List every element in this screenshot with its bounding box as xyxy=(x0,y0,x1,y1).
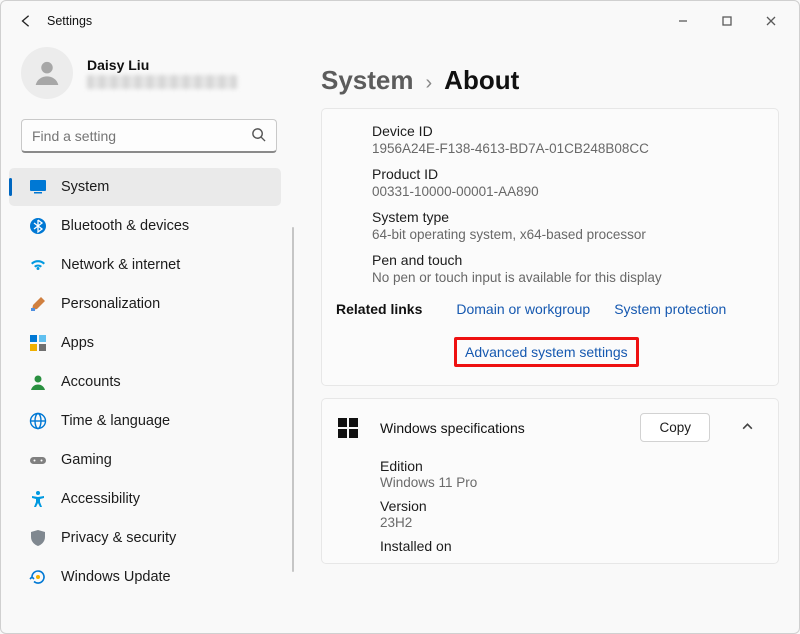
search-box[interactable] xyxy=(21,119,277,153)
edition-value: Windows 11 Pro xyxy=(380,475,758,490)
nav-list: System Bluetooth & devices Network & int… xyxy=(1,163,297,596)
accessibility-icon xyxy=(29,490,47,508)
sidebar: Daisy Liu System Bluetooth & devices xyxy=(1,41,301,633)
installed-on-label: Installed on xyxy=(380,538,758,554)
sidebar-item-windows-update[interactable]: Windows Update xyxy=(9,558,281,596)
sidebar-item-label: Accounts xyxy=(61,374,121,390)
sidebar-item-label: Windows Update xyxy=(61,569,171,585)
chevron-up-icon[interactable] xyxy=(732,420,762,436)
back-button[interactable] xyxy=(7,2,45,40)
system-type-label: System type xyxy=(372,209,760,225)
search-input[interactable] xyxy=(32,128,251,144)
device-specs-card: Device ID 1956A24E-F138-4613-BD7A-01CB24… xyxy=(321,108,779,386)
sidebar-item-accounts[interactable]: Accounts xyxy=(9,363,281,401)
sidebar-item-gaming[interactable]: Gaming xyxy=(9,441,281,479)
shield-icon xyxy=(29,529,47,547)
maximize-button[interactable] xyxy=(705,6,749,36)
profile-block[interactable]: Daisy Liu xyxy=(1,41,297,101)
pen-touch-value: No pen or touch input is available for t… xyxy=(372,270,760,285)
sidebar-item-label: Accessibility xyxy=(61,491,140,507)
window-title: Settings xyxy=(47,14,92,28)
sidebar-item-time-language[interactable]: Time & language xyxy=(9,402,281,440)
main-content: System › About Device ID 1956A24E-F138-4… xyxy=(301,41,799,633)
link-system-protection[interactable]: System protection xyxy=(614,301,726,317)
sidebar-item-bluetooth[interactable]: Bluetooth & devices xyxy=(9,207,281,245)
version-label: Version xyxy=(380,498,758,514)
sidebar-item-network[interactable]: Network & internet xyxy=(9,246,281,284)
related-links-title: Related links xyxy=(336,301,422,317)
update-icon xyxy=(29,568,47,586)
page-title: About xyxy=(444,65,519,96)
sidebar-item-personalization[interactable]: Personalization xyxy=(9,285,281,323)
sidebar-item-accessibility[interactable]: Accessibility xyxy=(9,480,281,518)
wifi-icon xyxy=(29,256,47,274)
windows-specs-title: Windows specifications xyxy=(380,420,618,436)
product-id-value: 00331-10000-00001-AA890 xyxy=(372,184,760,199)
sidebar-scrollbar[interactable] xyxy=(292,227,294,572)
device-id-label: Device ID xyxy=(372,123,760,139)
profile-name: Daisy Liu xyxy=(87,57,237,73)
sidebar-item-label: Personalization xyxy=(61,296,160,312)
minimize-button[interactable] xyxy=(661,6,705,36)
product-id-label: Product ID xyxy=(372,166,760,182)
system-icon xyxy=(29,178,47,196)
brush-icon xyxy=(29,295,47,313)
close-button[interactable] xyxy=(749,6,793,36)
breadcrumb-parent[interactable]: System xyxy=(321,65,414,96)
profile-info: Daisy Liu xyxy=(87,57,237,89)
sidebar-item-label: Gaming xyxy=(61,452,112,468)
link-advanced-system-settings[interactable]: Advanced system settings xyxy=(465,344,628,360)
windows-specs-card: Windows specifications Copy Edition Wind… xyxy=(321,398,779,564)
windows-icon xyxy=(338,418,358,438)
breadcrumb: System › About xyxy=(321,41,779,108)
account-icon xyxy=(29,373,47,391)
title-bar: Settings xyxy=(1,1,799,41)
sidebar-item-privacy-security[interactable]: Privacy & security xyxy=(9,519,281,557)
sidebar-item-label: Apps xyxy=(61,335,94,351)
copy-button[interactable]: Copy xyxy=(640,413,710,442)
chevron-right-icon: › xyxy=(426,72,433,95)
bluetooth-icon xyxy=(29,217,47,235)
apps-icon xyxy=(29,334,47,352)
sidebar-item-label: Bluetooth & devices xyxy=(61,218,189,234)
sidebar-item-label: Time & language xyxy=(61,413,170,429)
related-links: Related links Domain or workgroup System… xyxy=(336,301,760,367)
profile-email-redacted xyxy=(87,75,237,89)
annotation-highlight: Advanced system settings xyxy=(454,337,639,367)
sidebar-item-label: Privacy & security xyxy=(61,530,176,546)
edition-label: Edition xyxy=(380,458,758,474)
pen-touch-label: Pen and touch xyxy=(372,252,760,268)
globe-icon xyxy=(29,412,47,430)
link-domain-workgroup[interactable]: Domain or workgroup xyxy=(456,301,590,317)
gamepad-icon xyxy=(29,451,47,469)
device-id-value: 1956A24E-F138-4613-BD7A-01CB248B08CC xyxy=(372,141,760,156)
sidebar-item-apps[interactable]: Apps xyxy=(9,324,281,362)
sidebar-item-system[interactable]: System xyxy=(9,168,281,206)
system-type-value: 64-bit operating system, x64-based proce… xyxy=(372,227,760,242)
avatar xyxy=(21,47,73,99)
sidebar-item-label: System xyxy=(61,179,109,195)
version-value: 23H2 xyxy=(380,515,758,530)
window-controls xyxy=(661,6,793,36)
sidebar-item-label: Network & internet xyxy=(61,257,180,273)
search-icon xyxy=(251,127,266,145)
